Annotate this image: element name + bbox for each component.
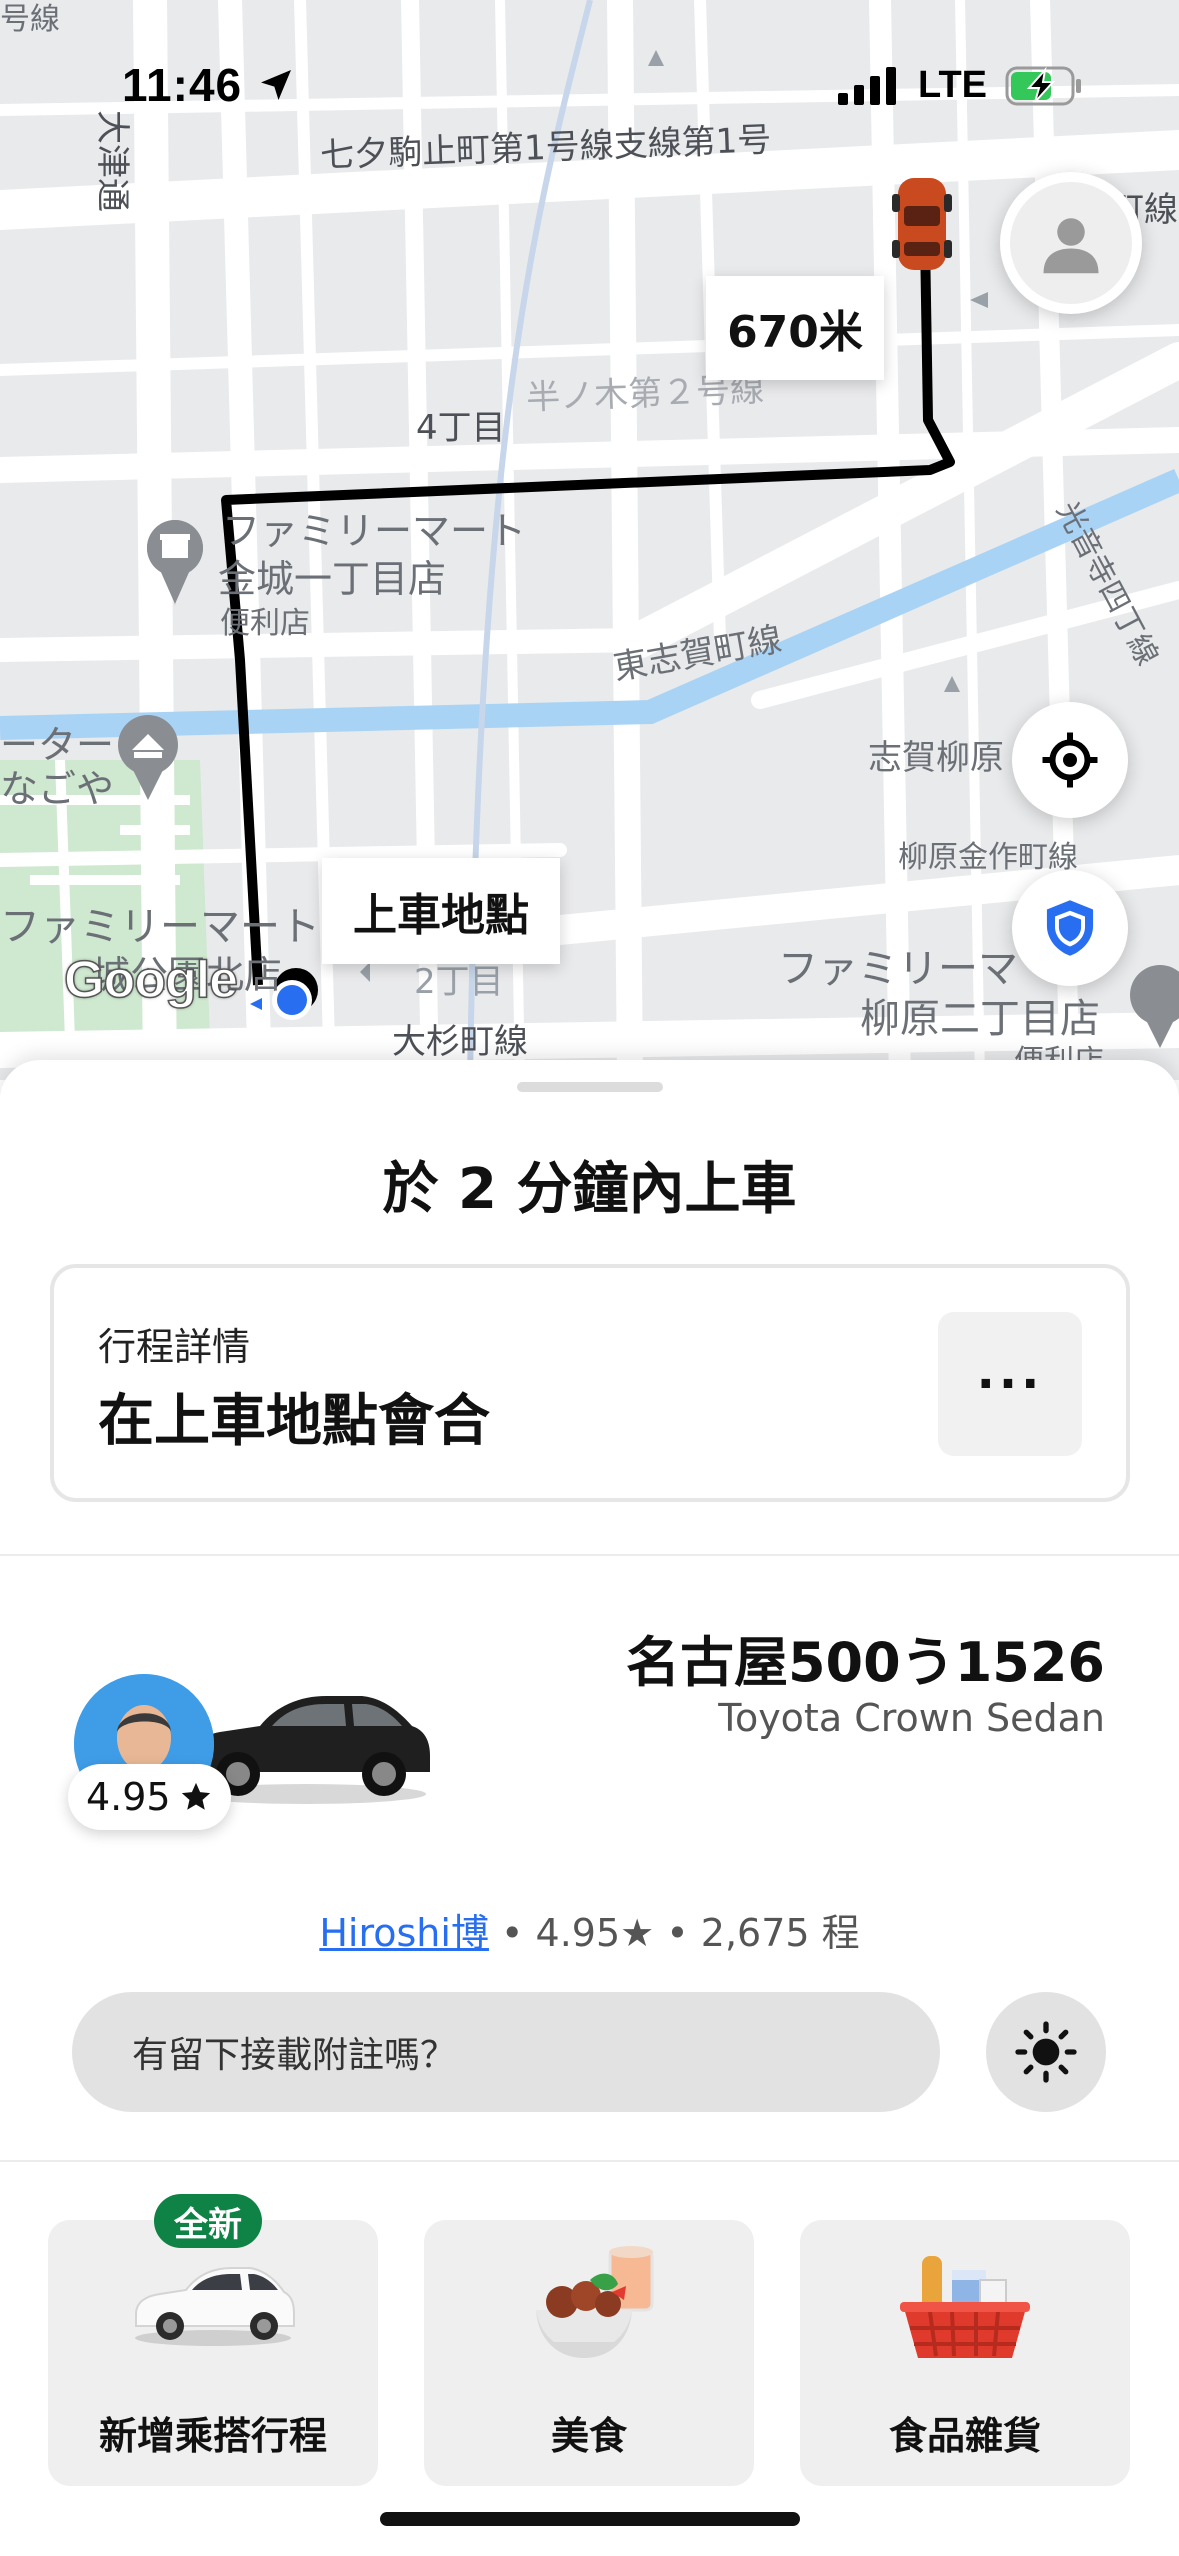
pickup-note-placeholder: 有留下接載附註嗎？ xyxy=(132,2035,457,2076)
distance-chip: 670米 xyxy=(706,276,884,380)
profile-button[interactable] xyxy=(1000,172,1142,314)
signal-icon xyxy=(838,66,897,105)
vehicle-model: Toyota Crown Sedan xyxy=(718,1696,1105,1740)
google-logo: Google xyxy=(63,950,239,1010)
driver-stats: • 4.95★ • 2,675 程 xyxy=(488,1911,860,1955)
trip-sheet: 於 2 分鐘內上車 行程詳情 在上車地點會合 ··· 4.95 名古屋500う1… xyxy=(0,1060,1179,2556)
map-poi-label: ファミリーマート xyxy=(222,509,527,553)
status-time: 11:46 xyxy=(122,58,296,112)
location-arrow-icon xyxy=(260,70,291,100)
map-poi-label: 金城一丁目店 xyxy=(218,557,447,601)
license-plate: 名古屋500う1526 xyxy=(625,1631,1105,1694)
spotlight-button[interactable] xyxy=(986,1992,1106,2112)
recenter-button[interactable] xyxy=(1012,702,1128,818)
driver-rating: 4.95 xyxy=(86,1775,171,1819)
divider xyxy=(0,2160,1179,2162)
sheet-grabber[interactable] xyxy=(517,1082,663,1092)
grocery-tile[interactable]: 食品雜貨 xyxy=(800,2220,1130,2486)
more-icon: ··· xyxy=(976,1356,1044,1412)
map-poi-label: なごや xyxy=(0,767,115,811)
add-ride-tile[interactable]: 新增乘搭行程 xyxy=(48,2220,378,2486)
add-ride-label: 新增乘搭行程 xyxy=(98,2414,327,2458)
trip-details-card[interactable]: 行程詳情 在上車地點會合 ··· xyxy=(50,1264,1130,1502)
star-icon xyxy=(181,1782,210,1810)
eta-title: 於 2 分鐘內上車 xyxy=(382,1157,797,1222)
map-street-label: 大津通 xyxy=(92,110,132,212)
driver-rating-badge: 4.95 xyxy=(68,1764,231,1830)
network-label: LTE xyxy=(918,64,987,106)
map-area-label: 4丁目 xyxy=(416,408,506,448)
crosshair-icon xyxy=(1042,732,1098,788)
map-poi-label: 便利店 xyxy=(220,606,310,641)
map-area-label: 志賀柳原 xyxy=(868,738,1004,778)
battery-charging-icon xyxy=(1005,66,1081,105)
map-street-label: 大杉町線 xyxy=(392,1022,528,1062)
sun-icon xyxy=(1015,2021,1077,2083)
person-icon xyxy=(1043,218,1099,274)
white-car-icon xyxy=(48,2240,378,2350)
map-view[interactable]: 七夕駒止町第1号線支線第1号 4丁目 半ノ木第２号線 ファミリーマート 金城一丁… xyxy=(0,0,1179,1080)
grocery-label: 食品雜貨 xyxy=(888,2414,1041,2458)
map-street-label: 柳原金作町線 xyxy=(898,840,1078,875)
pickup-note-input[interactable]: 有留下接載附註嗎？ xyxy=(72,1992,940,2112)
pickup-location-chip[interactable]: 上車地點 xyxy=(322,858,560,964)
status-indicators: LTE xyxy=(838,64,1083,107)
trip-details-value: 在上車地點會合 xyxy=(98,1389,490,1454)
home-indicator[interactable] xyxy=(380,2512,800,2526)
food-bowl-icon xyxy=(424,2240,754,2370)
trip-details-label: 行程詳情 xyxy=(98,1325,251,1369)
driver-name-link[interactable]: Hiroshi博 xyxy=(319,1911,489,1955)
safety-button[interactable] xyxy=(1012,870,1128,986)
food-tile[interactable]: 美食 xyxy=(424,2220,754,2486)
grocery-basket-icon xyxy=(800,2240,1130,2370)
shield-icon xyxy=(1046,900,1094,956)
more-options-button[interactable]: ··· xyxy=(938,1312,1082,1456)
food-label: 美食 xyxy=(550,2414,627,2458)
new-badge: 全新 xyxy=(154,2194,262,2248)
divider xyxy=(0,1554,1179,1556)
map-street-label: 号線 xyxy=(0,2,60,37)
driver-info-line: Hiroshi博 • 4.95★ • 2,675 程 xyxy=(0,1902,1179,1957)
